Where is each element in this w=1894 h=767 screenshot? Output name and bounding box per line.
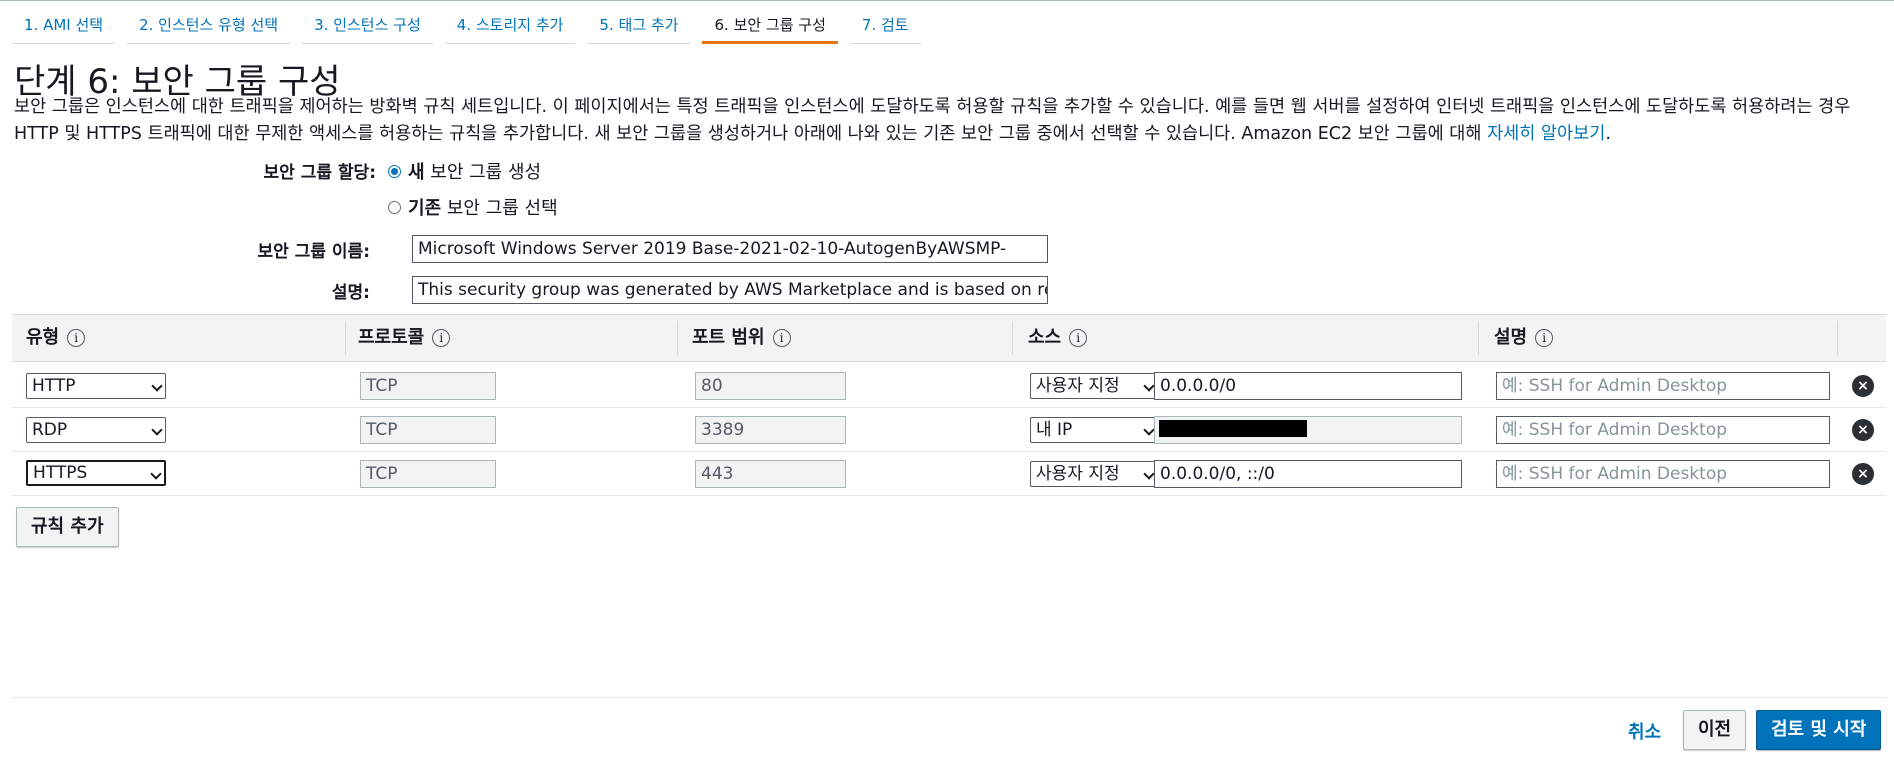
tab-configure-security-group[interactable]: 6. 보안 그룹 구성 — [702, 0, 838, 44]
source-type-select[interactable]: 사용자 지정 — [1030, 461, 1158, 487]
remove-rule-icon[interactable]: × — [1852, 419, 1874, 441]
source-type-select[interactable]: 내 IP — [1030, 417, 1158, 443]
info-icon[interactable]: i — [772, 329, 791, 347]
rule-type-select[interactable]: HTTPS — [26, 460, 166, 486]
add-rule-button[interactable]: 규칙 추가 — [16, 507, 119, 547]
sg-name-input[interactable]: Microsoft Windows Server 2019 Base-2021-… — [412, 235, 1048, 263]
redacted-ip — [1159, 420, 1307, 437]
info-icon[interactable]: i — [1535, 329, 1554, 347]
chevron-down-icon — [1143, 468, 1155, 480]
chevron-down-icon — [151, 424, 163, 436]
rule-description-input[interactable]: 예: SSH for Admin Desktop — [1496, 372, 1830, 400]
radio-unchecked-icon[interactable] — [388, 200, 401, 214]
table-row: HTTPS TCP 443 사용자 지정 0.0.0.0/0, ::/0 예: … — [12, 452, 1886, 496]
source-type-select[interactable]: 사용자 지정 — [1030, 373, 1158, 399]
port-range-field: 443 — [695, 460, 846, 488]
column-divider — [1478, 321, 1479, 355]
rule-description-input[interactable]: 예: SSH for Admin Desktop — [1496, 416, 1830, 444]
source-cidr-input — [1154, 416, 1462, 444]
review-and-launch-button[interactable]: 검토 및 시작 — [1756, 710, 1882, 750]
wizard-steps: 1. AMI 선택 2. 인스턴스 유형 선택 3. 인스턴스 구성 4. 스토… — [12, 0, 933, 46]
assign-sg-label: 보안 그룹 할당: — [263, 163, 376, 183]
rule-type-select[interactable]: HTTP — [26, 373, 166, 399]
rule-description-input[interactable]: 예: SSH for Admin Desktop — [1496, 460, 1830, 488]
port-range-field: 80 — [695, 372, 846, 400]
port-range-field: 3389 — [695, 416, 846, 444]
sg-name-label: 보안 그룹 이름: — [257, 242, 370, 262]
column-divider — [1837, 321, 1838, 355]
radio-create-new-sg[interactable]: 새 보안 그룹 생성 — [388, 158, 541, 184]
column-divider — [677, 321, 678, 355]
tab-add-storage[interactable]: 4. 스토리지 추가 — [444, 0, 576, 44]
column-divider — [1012, 321, 1013, 355]
rules-table-header: 유형 i 프로토콜 i 포트 범위 i 소스 i 설명 i — [12, 314, 1886, 362]
tab-review[interactable]: 7. 검토 — [849, 0, 921, 44]
tab-choose-instance-type[interactable]: 2. 인스턴스 유형 선택 — [127, 0, 291, 44]
remove-rule-icon[interactable]: × — [1852, 463, 1874, 485]
rule-type-select[interactable]: RDP — [26, 417, 166, 443]
protocol-field: TCP — [360, 372, 496, 400]
protocol-field: TCP — [360, 416, 496, 444]
chevron-down-icon — [1143, 424, 1155, 436]
intro-text: 보안 그룹은 인스턴스에 대한 트래픽을 제어하는 방화벽 규칙 세트입니다. … — [14, 94, 1884, 148]
col-header-description: 설명 i — [1494, 315, 1554, 361]
footer-divider — [12, 697, 1886, 698]
learn-more-link[interactable]: 자세히 알아보기 — [1487, 124, 1605, 144]
info-icon[interactable]: i — [432, 329, 451, 347]
col-header-source: 소스 i — [1028, 315, 1088, 361]
info-icon[interactable]: i — [1069, 329, 1088, 347]
col-header-protocol: 프로토콜 i — [358, 315, 451, 361]
column-divider — [345, 321, 346, 355]
source-cidr-input[interactable]: 0.0.0.0/0 — [1154, 372, 1462, 400]
radio-new-label: 보안 그룹 생성 — [424, 162, 542, 183]
table-row: RDP TCP 3389 내 IP 예: SSH for Admin Deskt… — [12, 408, 1886, 452]
info-icon[interactable]: i — [67, 329, 86, 347]
tab-choose-ami[interactable]: 1. AMI 선택 — [12, 0, 116, 44]
chevron-down-icon — [150, 468, 162, 480]
tab-add-tags[interactable]: 5. 태그 추가 — [587, 0, 691, 44]
sg-description-label: 설명: — [331, 283, 370, 303]
col-header-type: 유형 i — [26, 315, 86, 361]
sg-description-input[interactable]: This security group was generated by AWS… — [412, 276, 1048, 304]
radio-new-bold: 새 — [408, 162, 425, 183]
source-cidr-input[interactable]: 0.0.0.0/0, ::/0 — [1154, 460, 1462, 488]
radio-checked-icon[interactable] — [388, 164, 401, 178]
chevron-down-icon — [1143, 380, 1155, 392]
previous-button[interactable]: 이전 — [1683, 710, 1747, 750]
chevron-down-icon — [151, 380, 163, 392]
radio-existing-label: 보안 그룹 선택 — [441, 198, 558, 219]
col-header-port-range: 포트 범위 i — [692, 315, 791, 361]
cancel-link[interactable]: 취소 — [1628, 718, 1661, 744]
tab-configure-instance[interactable]: 3. 인스턴스 구성 — [302, 0, 433, 44]
intro-end: . — [1605, 124, 1611, 144]
protocol-field: TCP — [360, 460, 496, 488]
table-row: HTTP TCP 80 사용자 지정 0.0.0.0/0 예: SSH for … — [12, 364, 1886, 408]
remove-rule-icon[interactable]: × — [1852, 375, 1874, 397]
radio-select-existing-sg[interactable]: 기존 보안 그룹 선택 — [388, 194, 558, 220]
radio-existing-bold: 기존 — [408, 198, 442, 219]
